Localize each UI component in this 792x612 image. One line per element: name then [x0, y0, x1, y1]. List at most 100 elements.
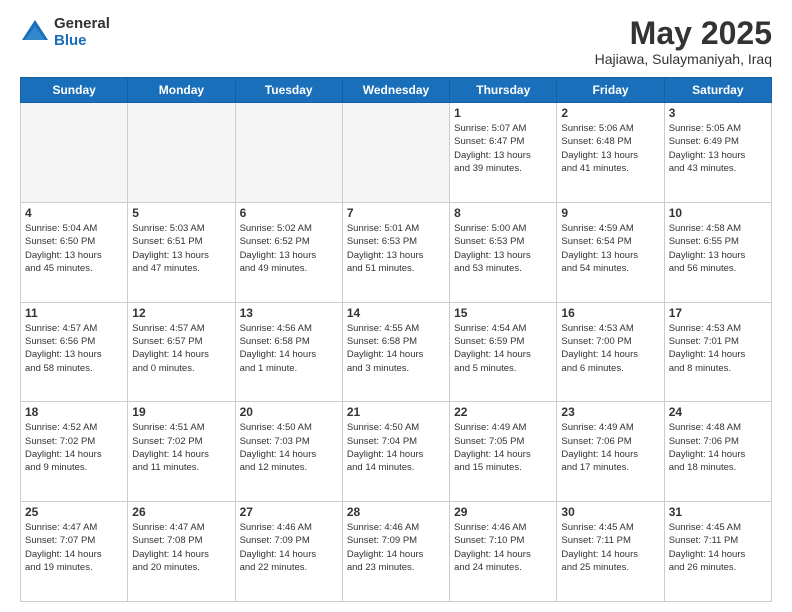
calendar-cell: 15Sunrise: 4:54 AM Sunset: 6:59 PM Dayli… — [450, 302, 557, 402]
page: General Blue May 2025 Hajiawa, Sulaymani… — [0, 0, 792, 612]
day-number: 11 — [25, 306, 123, 320]
calendar-week-2: 4 Sunrise: 5:04 AM Sunset: 6:50 PM Daylig… — [21, 202, 772, 302]
day-info: Sunrise: 4:45 AM Sunset: 7:11 PM Dayligh… — [561, 521, 659, 574]
calendar-cell: 21 Sunrise: 4:50 AM Sunset: 7:04 PM Dayli… — [342, 402, 449, 502]
calendar-cell: 27 Sunrise: 4:46 AM Sunset: 7:09 PM Dayli… — [235, 502, 342, 602]
day-number: 21 — [347, 405, 445, 419]
day-info: Sunrise: 4:46 AM Sunset: 7:09 PM Dayligh… — [240, 521, 338, 574]
calendar-cell: 22Sunrise: 4:49 AM Sunset: 7:05 PM Dayli… — [450, 402, 557, 502]
calendar-cell: 6 Sunrise: 5:02 AM Sunset: 6:52 PM Daylig… — [235, 202, 342, 302]
day-info: Sunrise: 4:50 AM Sunset: 7:03 PM Dayligh… — [240, 421, 338, 474]
day-info: Sunrise: 4:54 AM Sunset: 6:59 PM Dayligh… — [454, 322, 552, 375]
day-info: Sunrise: 4:47 AM Sunset: 7:07 PM Dayligh… — [25, 521, 123, 574]
day-number: 5 — [132, 206, 230, 220]
calendar-header: SundayMondayTuesdayWednesdayThursdayFrid… — [21, 78, 772, 103]
calendar-cell: 23 Sunrise: 4:49 AM Sunset: 7:06 PM Dayli… — [557, 402, 664, 502]
weekday-header-friday: Friday — [557, 78, 664, 103]
calendar-cell: 12 Sunrise: 4:57 AM Sunset: 6:57 PM Dayli… — [128, 302, 235, 402]
calendar-cell — [21, 103, 128, 203]
day-info: Sunrise: 4:49 AM Sunset: 7:06 PM Dayligh… — [561, 421, 659, 474]
calendar-cell: 31 Sunrise: 4:45 AM Sunset: 7:11 PM Dayli… — [664, 502, 771, 602]
calendar-cell: 26Sunrise: 4:47 AM Sunset: 7:08 PM Dayli… — [128, 502, 235, 602]
calendar-cell: 11Sunrise: 4:57 AM Sunset: 6:56 PM Dayli… — [21, 302, 128, 402]
day-number: 17 — [669, 306, 767, 320]
day-number: 31 — [669, 505, 767, 519]
calendar-cell: 16 Sunrise: 4:53 AM Sunset: 7:00 PM Dayli… — [557, 302, 664, 402]
calendar-cell — [128, 103, 235, 203]
day-number: 2 — [561, 106, 659, 120]
calendar-cell: 18 Sunrise: 4:52 AM Sunset: 7:02 PM Dayli… — [21, 402, 128, 502]
calendar-cell: 9 Sunrise: 4:59 AM Sunset: 6:54 PM Daylig… — [557, 202, 664, 302]
day-info: Sunrise: 5:05 AM Sunset: 6:49 PM Dayligh… — [669, 122, 767, 175]
day-number: 23 — [561, 405, 659, 419]
logo-blue-text: Blue — [54, 33, 110, 50]
day-number: 16 — [561, 306, 659, 320]
day-number: 27 — [240, 505, 338, 519]
day-info: Sunrise: 4:49 AM Sunset: 7:05 PM Dayligh… — [454, 421, 552, 474]
calendar-cell — [342, 103, 449, 203]
day-info: Sunrise: 5:06 AM Sunset: 6:48 PM Dayligh… — [561, 122, 659, 175]
logo-text: General Blue — [54, 16, 110, 49]
day-info: Sunrise: 4:47 AM Sunset: 7:08 PM Dayligh… — [132, 521, 230, 574]
logo: General Blue — [20, 16, 110, 49]
day-info: Sunrise: 5:03 AM Sunset: 6:51 PM Dayligh… — [132, 222, 230, 275]
calendar-week-1: 1 Sunrise: 5:07 AM Sunset: 6:47 PM Daylig… — [21, 103, 772, 203]
calendar-cell: 20 Sunrise: 4:50 AM Sunset: 7:03 PM Dayli… — [235, 402, 342, 502]
day-number: 4 — [25, 206, 123, 220]
calendar-cell — [235, 103, 342, 203]
calendar-cell: 13Sunrise: 4:56 AM Sunset: 6:58 PM Dayli… — [235, 302, 342, 402]
day-info: Sunrise: 4:46 AM Sunset: 7:10 PM Dayligh… — [454, 521, 552, 574]
day-number: 25 — [25, 505, 123, 519]
day-info: Sunrise: 5:00 AM Sunset: 6:53 PM Dayligh… — [454, 222, 552, 275]
calendar-cell: 8 Sunrise: 5:00 AM Sunset: 6:53 PM Daylig… — [450, 202, 557, 302]
calendar-cell: 14 Sunrise: 4:55 AM Sunset: 6:58 PM Dayli… — [342, 302, 449, 402]
day-number: 14 — [347, 306, 445, 320]
calendar-cell: 24Sunrise: 4:48 AM Sunset: 7:06 PM Dayli… — [664, 402, 771, 502]
calendar-cell: 7 Sunrise: 5:01 AM Sunset: 6:53 PM Daylig… — [342, 202, 449, 302]
weekday-header-thursday: Thursday — [450, 78, 557, 103]
day-number: 1 — [454, 106, 552, 120]
day-number: 9 — [561, 206, 659, 220]
location: Hajiawa, Sulaymaniyah, Iraq — [595, 51, 772, 67]
day-info: Sunrise: 5:02 AM Sunset: 6:52 PM Dayligh… — [240, 222, 338, 275]
weekday-header-sunday: Sunday — [21, 78, 128, 103]
day-info: Sunrise: 4:56 AM Sunset: 6:58 PM Dayligh… — [240, 322, 338, 375]
day-number: 28 — [347, 505, 445, 519]
day-number: 8 — [454, 206, 552, 220]
day-info: Sunrise: 4:45 AM Sunset: 7:11 PM Dayligh… — [669, 521, 767, 574]
day-info: Sunrise: 4:52 AM Sunset: 7:02 PM Dayligh… — [25, 421, 123, 474]
day-info: Sunrise: 4:59 AM Sunset: 6:54 PM Dayligh… — [561, 222, 659, 275]
weekday-header-row: SundayMondayTuesdayWednesdayThursdayFrid… — [21, 78, 772, 103]
header: General Blue May 2025 Hajiawa, Sulaymani… — [20, 16, 772, 67]
day-info: Sunrise: 4:50 AM Sunset: 7:04 PM Dayligh… — [347, 421, 445, 474]
day-number: 6 — [240, 206, 338, 220]
calendar-cell: 2 Sunrise: 5:06 AM Sunset: 6:48 PM Daylig… — [557, 103, 664, 203]
day-number: 18 — [25, 405, 123, 419]
day-info: Sunrise: 5:04 AM Sunset: 6:50 PM Dayligh… — [25, 222, 123, 275]
day-number: 12 — [132, 306, 230, 320]
calendar-table: SundayMondayTuesdayWednesdayThursdayFrid… — [20, 77, 772, 602]
day-number: 10 — [669, 206, 767, 220]
day-number: 7 — [347, 206, 445, 220]
day-info: Sunrise: 5:01 AM Sunset: 6:53 PM Dayligh… — [347, 222, 445, 275]
day-info: Sunrise: 4:53 AM Sunset: 7:01 PM Dayligh… — [669, 322, 767, 375]
logo-icon — [20, 18, 50, 48]
calendar-cell: 30Sunrise: 4:45 AM Sunset: 7:11 PM Dayli… — [557, 502, 664, 602]
calendar-cell: 19Sunrise: 4:51 AM Sunset: 7:02 PM Dayli… — [128, 402, 235, 502]
day-number: 20 — [240, 405, 338, 419]
calendar-cell: 29 Sunrise: 4:46 AM Sunset: 7:10 PM Dayli… — [450, 502, 557, 602]
calendar-cell: 3Sunrise: 5:05 AM Sunset: 6:49 PM Daylig… — [664, 103, 771, 203]
day-info: Sunrise: 5:07 AM Sunset: 6:47 PM Dayligh… — [454, 122, 552, 175]
calendar-week-4: 18 Sunrise: 4:52 AM Sunset: 7:02 PM Dayli… — [21, 402, 772, 502]
day-number: 29 — [454, 505, 552, 519]
calendar-cell: 1 Sunrise: 5:07 AM Sunset: 6:47 PM Daylig… — [450, 103, 557, 203]
calendar-cell: 25 Sunrise: 4:47 AM Sunset: 7:07 PM Dayli… — [21, 502, 128, 602]
day-info: Sunrise: 4:53 AM Sunset: 7:00 PM Dayligh… — [561, 322, 659, 375]
calendar-week-5: 25 Sunrise: 4:47 AM Sunset: 7:07 PM Dayli… — [21, 502, 772, 602]
day-info: Sunrise: 4:55 AM Sunset: 6:58 PM Dayligh… — [347, 322, 445, 375]
calendar-cell: 5 Sunrise: 5:03 AM Sunset: 6:51 PM Daylig… — [128, 202, 235, 302]
calendar-cell: 10Sunrise: 4:58 AM Sunset: 6:55 PM Dayli… — [664, 202, 771, 302]
day-info: Sunrise: 4:57 AM Sunset: 6:57 PM Dayligh… — [132, 322, 230, 375]
day-info: Sunrise: 4:51 AM Sunset: 7:02 PM Dayligh… — [132, 421, 230, 474]
title-block: May 2025 Hajiawa, Sulaymaniyah, Iraq — [595, 16, 772, 67]
